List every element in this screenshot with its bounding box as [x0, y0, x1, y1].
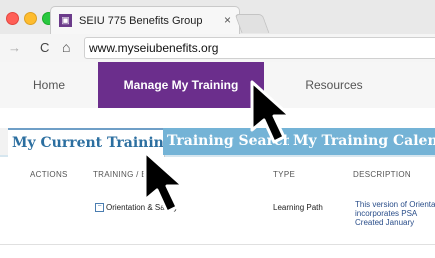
- site-navigation: Home Manage My Training Resources: [0, 62, 435, 109]
- table-header: ACTIONS TRAINING / EVENT TYPE DESCRIPTIO…: [0, 157, 435, 192]
- table-row: − Orientation & Safety Learning Path This…: [0, 191, 435, 245]
- reload-icon[interactable]: C: [40, 40, 49, 55]
- column-header-type[interactable]: TYPE: [273, 170, 295, 179]
- browser-tab[interactable]: ▣ SEIU 775 Benefits Group ×: [50, 6, 240, 35]
- description-line: This version of Orientation: [355, 200, 435, 209]
- browser-chrome: ▣ SEIU 775 Benefits Group × → C ⌂ www.my…: [0, 0, 435, 63]
- mouse-pointer-icon: [250, 80, 292, 144]
- column-header-description[interactable]: DESCRIPTION: [353, 170, 411, 179]
- description-line: Created January: [355, 218, 415, 227]
- table-footer: [0, 245, 435, 258]
- close-tab-icon[interactable]: ×: [224, 13, 231, 27]
- url-text: www.myseiubenefits.org: [89, 41, 219, 55]
- collapse-toggle-icon[interactable]: −: [95, 203, 104, 213]
- browser-tab-title: SEIU 775 Benefits Group: [79, 15, 203, 27]
- minimize-window-button[interactable]: [24, 12, 37, 25]
- back-arrow-icon[interactable]: →: [8, 40, 21, 55]
- home-icon[interactable]: ⌂: [62, 39, 70, 55]
- training-tabs: My Current Training Training Search My T…: [0, 128, 435, 157]
- nav-home[interactable]: Home: [0, 62, 98, 108]
- close-window-button[interactable]: [6, 12, 19, 25]
- nav-manage-my-training[interactable]: Manage My Training: [98, 62, 264, 108]
- new-tab-button[interactable]: [234, 14, 270, 33]
- tab-my-current-training[interactable]: My Current Training: [8, 128, 165, 157]
- address-bar: → C ⌂ www.myseiubenefits.org: [0, 34, 435, 62]
- mouse-pointer-icon: [143, 150, 185, 214]
- url-input[interactable]: www.myseiubenefits.org: [84, 37, 435, 59]
- training-description: This version of Orientation incorporates…: [355, 200, 435, 227]
- tab-my-training-calendar[interactable]: My Training Calendar: [289, 128, 435, 155]
- description-line: incorporates PSA: [355, 209, 418, 218]
- training-type: Learning Path: [273, 203, 323, 212]
- seiu-favicon-icon: ▣: [59, 14, 72, 27]
- column-header-actions[interactable]: ACTIONS: [30, 170, 68, 179]
- spacer: [0, 108, 435, 128]
